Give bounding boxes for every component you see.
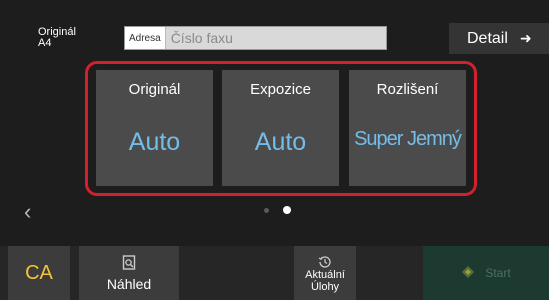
page-dot-active[interactable] [283,206,291,214]
preview-label: Náhled [106,276,152,292]
tile-value: Auto [128,128,181,156]
detail-label: Detail [467,29,508,47]
jobs-label-line1: Aktuální [305,269,345,281]
exposure-tile[interactable]: Expozice Auto [222,70,339,186]
clear-all-button[interactable]: CA [8,246,70,300]
arrow-right-icon: ➜ [519,30,532,46]
tile-value: Auto [254,128,307,156]
preview-button[interactable]: Náhled [79,246,179,300]
jobs-label-line2: Úlohy [310,281,340,293]
original-info[interactable]: Originál A4 [38,27,76,49]
fax-number-input[interactable]: Číslo faxu [166,30,233,46]
tile-label: Rozlišení [376,81,439,98]
current-jobs-button[interactable]: Aktuální Úlohy [294,246,356,300]
start-label: Start [485,266,511,280]
history-clock-icon [294,255,356,269]
address-field[interactable]: Adresa Číslo faxu [124,26,387,50]
fax-screen: Originál A4 Adresa Číslo faxu Detail ➜ O… [0,0,549,300]
start-button[interactable]: Start [423,246,549,300]
chevron-left-icon[interactable]: ‹ [24,199,31,225]
address-book-button[interactable]: Adresa [125,27,166,49]
preview-icon [79,255,179,271]
detail-button[interactable]: Detail ➜ [449,23,549,54]
resolution-tile[interactable]: Rozlišení Super Jemný [349,70,466,186]
start-diamond-icon [461,265,475,282]
tile-label: Originál [128,81,181,98]
page-indicator [264,206,291,214]
page-dot[interactable] [264,207,269,213]
tile-label: Expozice [250,81,311,98]
original-tile[interactable]: Originál Auto [96,70,213,186]
original-size: A4 [38,37,52,49]
tile-value: Super Jemný [354,128,462,150]
